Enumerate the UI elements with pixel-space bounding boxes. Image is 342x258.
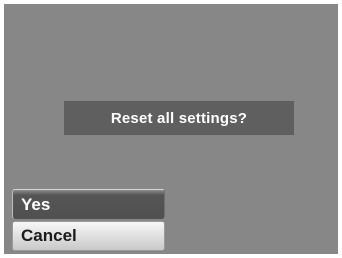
yes-button-label: Yes <box>21 194 51 214</box>
option-menu: Yes Cancel <box>12 189 165 251</box>
yes-button[interactable]: Yes <box>12 189 165 219</box>
cancel-button-label: Cancel <box>21 226 77 245</box>
cancel-button[interactable]: Cancel <box>12 221 165 251</box>
confirmation-dialog: Reset all settings? <box>64 101 294 135</box>
camera-screen: Reset all settings? Yes Cancel <box>4 4 338 254</box>
dialog-message: Reset all settings? <box>110 109 248 127</box>
